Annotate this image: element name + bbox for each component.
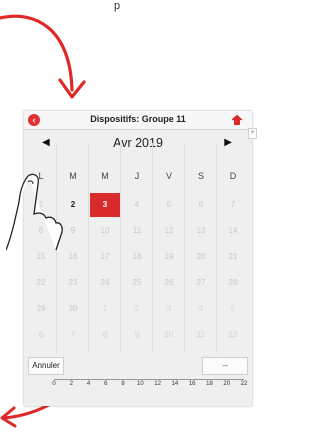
calendar-day[interactable]: 21 xyxy=(218,245,248,269)
back-icon[interactable]: ‹ xyxy=(28,114,40,126)
calendar-day[interactable]: 30 xyxy=(58,297,88,321)
calendar-day[interactable]: 5 xyxy=(154,193,184,217)
calendar-day[interactable]: 6 xyxy=(186,193,216,217)
scale-tick: 2 xyxy=(69,381,73,387)
calendar-day[interactable]: 5 xyxy=(218,297,248,321)
scale-tick: 12 xyxy=(154,381,161,387)
scale-tick: 10 xyxy=(137,381,144,387)
cancel-button[interactable]: Annuler xyxy=(28,357,64,375)
weekday-label: V xyxy=(165,171,172,181)
calendar-day[interactable]: 17 xyxy=(90,245,120,269)
next-month-button[interactable]: ▶ xyxy=(224,137,232,148)
confirm-button[interactable]: -- xyxy=(202,357,248,375)
calendar-day[interactable]: 29 xyxy=(26,297,56,321)
calendar-day[interactable]: 27 xyxy=(186,271,216,295)
calendar-day[interactable]: 10 xyxy=(90,219,120,243)
home-icon[interactable] xyxy=(231,114,243,126)
footer-bar: Annuler -- 0 2 4 6 8 10 12 14 16 18 20 22 xyxy=(24,353,252,406)
prev-month-button[interactable]: ◀ xyxy=(42,137,50,148)
scale-tick: 6 xyxy=(104,381,108,387)
calendar-day[interactable]: 14 xyxy=(218,219,248,243)
calendar-day[interactable]: 8 xyxy=(90,323,120,347)
calendar-day[interactable]: 22 xyxy=(26,271,56,295)
calendar-day[interactable]: 1 xyxy=(90,297,120,321)
scale-tick: 18 xyxy=(206,381,213,387)
scale-tick: 8 xyxy=(121,381,125,387)
calendar-day[interactable]: 11 xyxy=(186,323,216,347)
page-title: Dispositifs: Groupe 11 xyxy=(90,114,186,124)
weekday-label: S xyxy=(197,171,204,181)
calendar-day[interactable]: 26 xyxy=(154,271,184,295)
column-divider xyxy=(216,143,217,353)
scale-tick: 4 xyxy=(86,381,91,387)
calendar-day[interactable]: 12 xyxy=(154,219,184,243)
time-scale: 0 2 4 6 8 10 12 14 16 18 20 22 xyxy=(52,379,247,393)
calendar-day[interactable]: 6 xyxy=(26,323,56,347)
calendar-day[interactable]: 25 xyxy=(122,271,152,295)
column-divider xyxy=(184,143,185,353)
calendar-day[interactable]: 28 xyxy=(218,271,248,295)
calendar-day[interactable]: 18 xyxy=(122,245,152,269)
calendar-day[interactable]: 12 xyxy=(218,323,248,347)
scale-tick: 16 xyxy=(188,381,196,387)
header-bar: ‹ Dispositifs: Groupe 11 xyxy=(24,111,252,130)
scale-tick: 22 xyxy=(240,381,248,387)
month-label: Avr 2019 xyxy=(113,136,163,150)
calendar-day[interactable]: 3 xyxy=(154,297,184,321)
weekday-label: J xyxy=(134,171,140,181)
column-divider xyxy=(120,143,121,353)
scale-tick: 20 xyxy=(223,381,231,387)
calendar-day[interactable]: 2 xyxy=(122,297,152,321)
scale-tick: 14 xyxy=(171,381,179,387)
calendar-day[interactable]: 10 xyxy=(154,323,184,347)
calendar-day[interactable]: 13 xyxy=(186,219,216,243)
month-navigation: ◀ Avr 2019 ▶ xyxy=(24,131,252,157)
column-divider xyxy=(152,143,153,353)
scale-tick: 0 xyxy=(52,381,56,387)
calendar-day[interactable]: 23 xyxy=(58,271,88,295)
calendar-day[interactable]: 24 xyxy=(90,271,120,295)
calendar-day[interactable]: 4 xyxy=(122,193,152,217)
calendar-day[interactable]: 4 xyxy=(186,297,216,321)
calendar-day[interactable]: 19 xyxy=(154,245,184,269)
pointing-hand-icon xyxy=(6,173,63,251)
calendar-day[interactable]: 3 xyxy=(90,193,120,217)
device-screen: ‹ Dispositifs: Groupe 11 × ◀ Avr 2019 ▶ … xyxy=(24,111,257,406)
weekday-label: M xyxy=(101,171,109,181)
calendar-day[interactable]: 7 xyxy=(218,193,248,217)
calendar-day[interactable]: 11 xyxy=(122,219,152,243)
calendar-day[interactable]: 20 xyxy=(186,245,216,269)
scale-baseline xyxy=(54,379,244,380)
calendar-day[interactable]: 9 xyxy=(122,323,152,347)
weekday-label: D xyxy=(229,171,237,181)
calendar-day[interactable]: 7 xyxy=(58,323,88,347)
column-divider xyxy=(88,143,89,353)
